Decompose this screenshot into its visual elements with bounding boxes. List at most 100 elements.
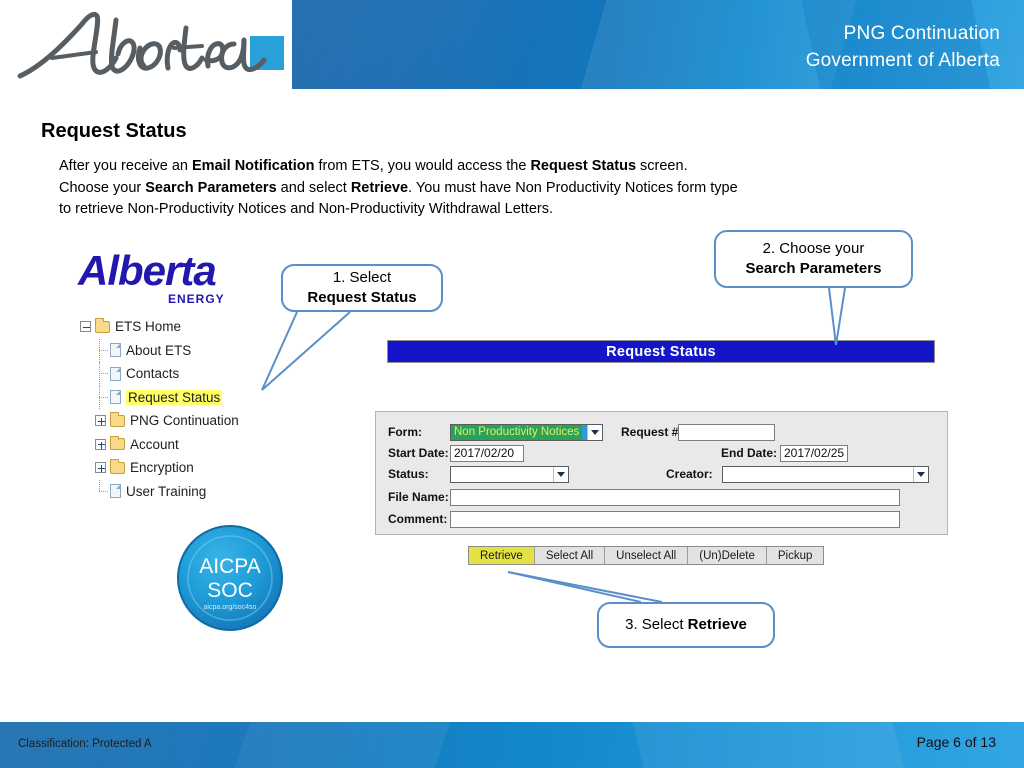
- tree-item-label: ETS Home: [115, 319, 182, 335]
- body-line-2-part-a: Choose your: [59, 179, 146, 196]
- body-line-1: After you receive an Email Notification …: [59, 156, 929, 178]
- form-label: Form:: [388, 425, 422, 439]
- body-line-2-part-e: . You must have Non Productivity Notices…: [408, 179, 738, 196]
- chevron-down-icon[interactable]: [913, 466, 928, 482]
- page-icon: [110, 484, 121, 499]
- action-button-row: Retrieve Select All Unselect All (Un)Del…: [468, 546, 825, 565]
- alberta-energy-logo: Alberta ENERGY: [76, 245, 232, 309]
- callout-step-1-line-2: Request Status: [307, 289, 417, 306]
- tree-item-label: PNG Continuation: [130, 413, 239, 429]
- aicpa-line1: AICPA: [199, 555, 260, 578]
- tree-item-user-training[interactable]: User Training: [80, 479, 340, 504]
- unselect-all-button[interactable]: Unselect All: [605, 547, 689, 564]
- svg-text:ENERGY: ENERGY: [168, 292, 225, 306]
- end-date-label: End Date:: [721, 446, 778, 460]
- tree-connector-icon: [95, 338, 110, 363]
- tree-connector-icon: [95, 385, 110, 410]
- body-line-2-bold-search-parameters: Search Parameters: [145, 179, 277, 196]
- callout-step-3: 3. Select Retrieve: [597, 602, 775, 648]
- chevron-down-icon[interactable]: [587, 424, 602, 440]
- tree-item-ets-home[interactable]: ETS Home: [80, 315, 340, 339]
- aicpa-line3: aicpa.org/soc4so: [204, 604, 257, 611]
- form-select-value: Non Productivity Notices: [451, 424, 583, 440]
- file-name-label: File Name:: [388, 490, 449, 504]
- header-title-line-1: PNG Continuation: [843, 23, 1000, 44]
- pickup-button[interactable]: Pickup: [766, 547, 824, 564]
- tree-item-label: User Training: [126, 483, 207, 499]
- status-label: Status:: [388, 467, 429, 481]
- callout-step-1: 1. Select Request Status: [281, 264, 443, 312]
- tree-item-label-highlighted: Request Status: [126, 389, 223, 405]
- start-date-label: Start Date:: [388, 446, 449, 460]
- aicpa-line2: SOC: [207, 579, 253, 602]
- body-line-2-bold-retrieve: Retrieve: [350, 179, 409, 196]
- page-icon: [110, 390, 121, 405]
- search-parameters-panel: Form: Non Productivity Notices Request #…: [375, 411, 948, 535]
- folder-icon: [110, 412, 125, 427]
- page-number-label: Page 6 of 13: [916, 734, 996, 750]
- field-row-end-date: End Date:: [721, 444, 848, 462]
- field-row-comment: Comment:: [388, 510, 900, 528]
- body-line-2-part-c: and select: [276, 179, 351, 196]
- form-select[interactable]: Non Productivity Notices: [450, 423, 603, 441]
- request-number-label: Request #:: [621, 425, 683, 439]
- page-footer: Classification: Protected A Page 6 of 13: [0, 722, 1024, 768]
- tree-item-account[interactable]: Account: [80, 433, 340, 457]
- expander-plus-icon[interactable]: [95, 415, 106, 427]
- field-row-start-date: Start Date:: [388, 444, 524, 462]
- folder-icon: [95, 318, 110, 333]
- body-line-1-bold-request-status: Request Status: [530, 158, 637, 174]
- retrieve-button[interactable]: Retrieve: [469, 547, 535, 564]
- tree-item-label: Account: [130, 436, 179, 452]
- body-line-3: to retrieve Non-Productivity Notices and…: [59, 201, 553, 217]
- folder-icon: [110, 435, 125, 451]
- expander-minus-icon[interactable]: [80, 321, 91, 333]
- body-line-2: Choose your Search Parameters and select…: [59, 178, 929, 200]
- callout-step-2-line-2: Search Parameters: [745, 260, 882, 277]
- page-icon: [110, 343, 121, 358]
- tree-item-about-ets[interactable]: About ETS: [80, 338, 340, 363]
- page-icon: [110, 366, 121, 381]
- callout-step-1-line-1: 1. Select: [332, 269, 392, 286]
- header-title-line-2: Government of Alberta: [805, 50, 1000, 71]
- classification-label: Classification: Protected A: [18, 738, 152, 750]
- creator-label: Creator:: [666, 467, 713, 481]
- select-all-button[interactable]: Select All: [534, 547, 606, 564]
- field-row-status: Status:: [388, 465, 569, 483]
- chevron-down-icon[interactable]: [553, 466, 568, 482]
- request-number-input[interactable]: [678, 423, 775, 441]
- field-row-file-name: File Name:: [388, 488, 900, 506]
- ets-navigation-tree[interactable]: ETS Home About ETS Contacts Request Stat…: [80, 315, 340, 503]
- file-name-input[interactable]: [450, 488, 900, 506]
- tree-item-request-status[interactable]: Request Status: [80, 385, 340, 410]
- field-row-creator: Creator:: [666, 465, 929, 483]
- creator-select[interactable]: [722, 465, 929, 483]
- folder-icon: [110, 459, 125, 474]
- end-date-input[interactable]: [780, 444, 848, 462]
- callout-step-2: 2. Choose your Search Parameters: [714, 230, 913, 288]
- page-header: PNG Continuation Government of Alberta: [0, 0, 1024, 89]
- aicpa-soc-badge: AICPA SOC aicpa.org/soc4so: [172, 525, 288, 631]
- callout-step-3-text: 3. Select Retrieve: [625, 615, 747, 635]
- tree-item-label: About ETS: [126, 342, 192, 358]
- expander-plus-icon[interactable]: [95, 438, 106, 450]
- tree-item-encryption[interactable]: Encryption: [80, 456, 340, 480]
- status-select[interactable]: [450, 465, 569, 483]
- comment-input[interactable]: [450, 510, 900, 528]
- field-row-request-number: Request #:: [621, 423, 775, 441]
- field-row-form: Form: Non Productivity Notices: [388, 423, 603, 441]
- undelete-button[interactable]: (Un)Delete: [688, 547, 767, 564]
- body-line-1-part-c: from ETS, you would access the: [314, 158, 531, 174]
- tree-item-label: Contacts: [126, 366, 180, 382]
- tree-item-contacts[interactable]: Contacts: [80, 362, 340, 386]
- svg-text:Alberta: Alberta: [77, 247, 216, 294]
- callout-step-2-line-1: 2. Choose your: [762, 240, 865, 257]
- expander-plus-icon[interactable]: [95, 462, 106, 474]
- tree-connector-icon: [95, 362, 110, 386]
- callout-step-3-line-1: 3. Select: [625, 616, 688, 633]
- body-line-1-part-a: After you receive an: [59, 158, 192, 174]
- slide-body-text: After you receive an Email Notification …: [59, 156, 929, 221]
- header-title-block: PNG Continuation Government of Alberta: [806, 20, 1000, 74]
- start-date-input[interactable]: [450, 444, 524, 462]
- tree-item-png-continuation[interactable]: PNG Continuation: [80, 409, 340, 433]
